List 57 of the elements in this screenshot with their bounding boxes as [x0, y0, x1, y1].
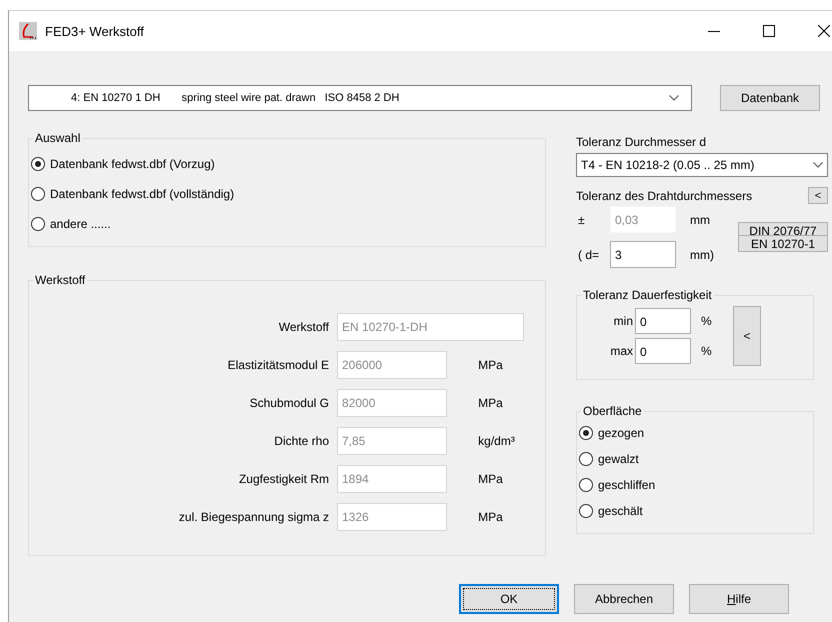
radio-button[interactable]	[579, 426, 593, 440]
input-field[interactable]: 0	[635, 308, 691, 334]
field-label: zul. Biegespannung sigma z	[178, 510, 329, 524]
unit-label: mm	[689, 212, 711, 226]
radio-button[interactable]	[31, 187, 45, 201]
database-button[interactable]: Datenbank	[720, 85, 820, 111]
dialog-button[interactable]: OK	[459, 584, 559, 614]
group-title: Werkstoff	[34, 273, 86, 287]
unit-label: MPa	[478, 396, 504, 410]
dialog-button[interactable]: Abbrechen	[574, 584, 674, 614]
material-dropdown[interactable]: 4: EN 10270 1 DH spring steel wire pat. drawn ISO 8458 2 DH	[28, 85, 692, 111]
unit-label: %	[700, 344, 713, 358]
close-icon[interactable]	[818, 25, 830, 37]
radio-label[interactable]: Datenbank fedwst.dbf (vollständig)	[50, 187, 234, 201]
unit-label: MPa	[478, 472, 504, 486]
group-title: Auswahl	[34, 131, 82, 145]
unit-label: mm)	[689, 248, 715, 262]
chevron-down-icon	[669, 95, 679, 101]
radio-label[interactable]: gewalzt	[598, 452, 639, 466]
field-label: Schubmodul G	[248, 396, 329, 410]
field-label: Zugfestigkeit Rm	[238, 472, 329, 486]
radio-button[interactable]	[579, 504, 593, 518]
chevron-down-icon	[813, 162, 823, 168]
field-label: Toleranz Durchmesser d	[576, 135, 708, 149]
group-title: Oberfläche	[582, 404, 643, 418]
plus-minus-label: ±	[577, 212, 586, 226]
radio-button[interactable]	[579, 478, 593, 492]
field-label: max	[609, 344, 634, 358]
field-label: Toleranz des Drahtdurchmessers	[576, 188, 752, 202]
back-button[interactable]: <	[733, 306, 761, 366]
window-title: FED3+ Werkstoff	[45, 24, 144, 38]
unit-label: kg/dm³	[478, 434, 516, 448]
radio-label[interactable]: gezogen	[598, 426, 644, 440]
app-icon	[19, 22, 37, 40]
group-title: Toleranz Dauerfestigkeit	[582, 288, 713, 302]
radio-label[interactable]: Datenbank fedwst.dbf (Vorzug)	[50, 157, 215, 171]
input-field[interactable]: 0	[635, 338, 691, 364]
radio-label[interactable]: geschält	[598, 504, 643, 518]
radio-button[interactable]	[31, 157, 45, 171]
back-button[interactable]: <	[808, 187, 828, 204]
norm-button[interactable]: EN 10270-1	[738, 235, 828, 252]
maximize-icon[interactable]	[763, 25, 775, 37]
dialog-button[interactable]: Hilfe	[689, 584, 789, 614]
unit-label: %	[700, 314, 713, 328]
field-label: ( d=	[577, 248, 600, 262]
field-label: Werkstoff	[278, 320, 329, 334]
field-label: Elastizitätsmodul E	[226, 358, 329, 372]
tolerance-dropdown[interactable]: T4 - EN 10218-2 (0.05 .. 25 mm)	[576, 153, 828, 177]
field-label: Dichte rho	[273, 434, 329, 448]
input-field[interactable]: 3	[610, 241, 676, 268]
radio-button[interactable]	[579, 452, 593, 466]
radio-button[interactable]	[31, 217, 45, 231]
field-label: min	[612, 314, 634, 328]
unit-label: MPa	[478, 358, 504, 372]
radio-label[interactable]: andere ......	[50, 217, 111, 231]
radio-label[interactable]: geschliffen	[598, 478, 656, 492]
unit-label: MPa	[478, 510, 504, 524]
